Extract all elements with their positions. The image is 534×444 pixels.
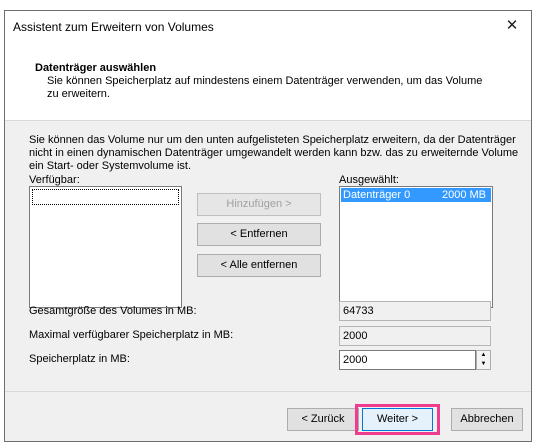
available-focus-row xyxy=(32,189,179,205)
available-listbox[interactable] xyxy=(29,186,182,308)
remove-button[interactable]: < Entfernen xyxy=(197,223,321,246)
spin-up-icon[interactable]: ▲ xyxy=(477,351,490,360)
title-bar: Assistent zum Erweitern von Volumes ✕ xyxy=(5,11,531,42)
wizard-header: Datenträger auswählen Sie können Speiche… xyxy=(5,42,531,121)
header-description: Sie können Speicherplatz auf mindestens … xyxy=(47,75,483,100)
max-space-field: 2000 xyxy=(339,326,491,346)
remove-all-button[interactable]: < Alle entfernen xyxy=(197,254,321,277)
spin-down-icon[interactable]: ▼ xyxy=(477,360,490,369)
next-button-highlight: Weiter > xyxy=(355,404,440,435)
total-size-field: 64733 xyxy=(339,301,491,321)
selected-listbox[interactable]: Datenträger 0 2000 MB xyxy=(339,186,493,308)
footer-separator xyxy=(5,391,531,392)
space-label: Speicherplatz in MB: xyxy=(29,353,130,365)
close-icon[interactable]: ✕ xyxy=(497,13,527,39)
window-title: Assistent zum Erweitern von Volumes xyxy=(13,20,214,34)
header-title: Datenträger auswählen xyxy=(35,62,157,74)
space-spinner[interactable]: ▲ ▼ xyxy=(476,350,491,370)
back-button[interactable]: < Zurück xyxy=(287,408,359,431)
cancel-button[interactable]: Abbrechen xyxy=(451,408,523,431)
max-space-label: Maximal verfügbarer Speicherplatz in MB: xyxy=(29,329,234,341)
space-input[interactable]: 2000 xyxy=(339,350,476,370)
list-item-name: Datenträger 0 xyxy=(343,189,411,201)
list-item-size: 2000 MB xyxy=(441,189,486,201)
info-text: Sie können das Volume nur um den unten a… xyxy=(29,134,519,172)
total-size-label: Gesamtgröße des Volumes in MB: xyxy=(29,305,197,317)
add-button[interactable]: Hinzufügen > xyxy=(197,193,321,216)
next-button[interactable]: Weiter > xyxy=(362,408,433,431)
list-item[interactable]: Datenträger 0 2000 MB xyxy=(341,188,491,202)
available-label: Verfügbar: xyxy=(29,174,80,186)
selected-label: Ausgewählt: xyxy=(339,174,399,186)
extend-volume-wizard-dialog: Assistent zum Erweitern von Volumes ✕ Da… xyxy=(4,10,532,442)
